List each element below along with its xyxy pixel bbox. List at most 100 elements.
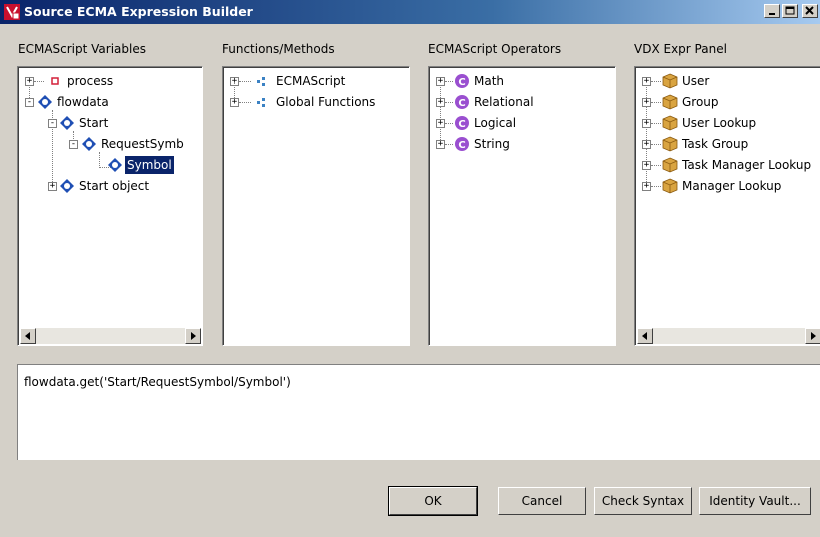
- tree-node-label: ECMAScript: [276, 74, 346, 88]
- tree-node-flowdata[interactable]: - flowdata: [23, 93, 193, 111]
- tree-node-process[interactable]: + process: [23, 72, 193, 90]
- cube-icon: [662, 115, 678, 131]
- dots-icon: [257, 77, 265, 86]
- tree-node-label: flowdata: [57, 95, 109, 109]
- maximize-button[interactable]: [782, 4, 798, 18]
- scroll-right-button[interactable]: [185, 328, 201, 344]
- scroll-right-button[interactable]: [805, 328, 820, 344]
- expand-icon[interactable]: +: [48, 182, 57, 191]
- check-syntax-button[interactable]: Check Syntax: [594, 487, 692, 515]
- minimize-button[interactable]: [764, 4, 780, 18]
- tree-node-logical[interactable]: + C Logical: [434, 114, 604, 132]
- vdx-panel-label: VDX Expr Panel: [634, 42, 727, 56]
- tree-node-task-manager-lookup[interactable]: + Task Manager Lookup: [640, 156, 820, 174]
- tree-line: [651, 144, 661, 145]
- diamond-node-icon: [38, 95, 52, 109]
- expand-icon[interactable]: +: [642, 182, 651, 191]
- expand-icon[interactable]: +: [436, 119, 445, 128]
- collapse-icon[interactable]: -: [48, 119, 57, 128]
- arrow-right-icon: [811, 332, 816, 340]
- tree-node-start[interactable]: - Start: [23, 114, 193, 132]
- cube-icon: [662, 157, 678, 173]
- tree-node-requestsymb[interactable]: - RequestSymb: [23, 135, 202, 153]
- svg-text:C: C: [458, 77, 465, 88]
- expand-icon[interactable]: +: [436, 77, 445, 86]
- tree-node-group[interactable]: + Group: [640, 93, 820, 111]
- functions-panel-label: Functions/Methods: [222, 42, 335, 56]
- ok-button[interactable]: OK: [388, 486, 478, 516]
- cube-icon: [662, 178, 678, 194]
- class-c-icon: C: [455, 74, 469, 88]
- diamond-node-icon: [60, 179, 74, 193]
- expand-icon[interactable]: +: [436, 98, 445, 107]
- cube-icon: [662, 73, 678, 89]
- expression-textarea[interactable]: flowdata.get('Start/RequestSymbol/Symbol…: [17, 364, 820, 460]
- expand-icon[interactable]: +: [230, 98, 239, 107]
- functions-tree[interactable]: + ECMAScript + Global Functions: [222, 66, 410, 346]
- variables-panel-label: ECMAScript Variables: [18, 42, 146, 56]
- arrow-right-icon: [191, 332, 196, 340]
- cube-icon: [662, 136, 678, 152]
- class-c-icon: C: [455, 116, 469, 130]
- arrow-left-icon: [642, 332, 647, 340]
- tree-line: [239, 81, 251, 82]
- diamond-node-icon: [82, 137, 96, 151]
- tree-node-label: process: [67, 74, 114, 88]
- tree-node-label: Task Manager Lookup: [682, 158, 812, 172]
- expand-icon[interactable]: +: [642, 140, 651, 149]
- identity-vault-button[interactable]: Identity Vault...: [699, 487, 811, 515]
- tree-node-label-selected: Symbol: [124, 155, 175, 175]
- tree-node-user[interactable]: + User: [640, 72, 820, 90]
- tree-node-start-object[interactable]: + Start object: [23, 177, 193, 195]
- expand-icon[interactable]: +: [25, 77, 34, 86]
- tree-line: [651, 186, 661, 187]
- tree-line: [239, 102, 251, 103]
- red-square-icon: [51, 77, 59, 85]
- tree-node-global-functions[interactable]: + Global Functions: [228, 93, 398, 111]
- vdx-tree[interactable]: + User + Group + User Lookup + Task Grou…: [634, 66, 820, 346]
- arrow-left-icon: [25, 332, 30, 340]
- tree-line: [651, 102, 661, 103]
- expand-icon[interactable]: +: [642, 161, 651, 170]
- collapse-icon[interactable]: -: [25, 98, 34, 107]
- tree-node-label: Manager Lookup: [682, 179, 782, 193]
- scroll-left-button[interactable]: [20, 328, 36, 344]
- tree-node-task-group[interactable]: + Task Group: [640, 135, 820, 153]
- tree-node-math[interactable]: + C Math: [434, 72, 604, 90]
- cancel-button[interactable]: Cancel: [498, 487, 586, 515]
- tree-node-user-lookup[interactable]: + User Lookup: [640, 114, 820, 132]
- tree-node-relational[interactable]: + C Relational: [434, 93, 604, 111]
- tree-line: [34, 81, 44, 82]
- svg-text:C: C: [458, 119, 465, 130]
- scroll-left-button[interactable]: [637, 328, 653, 344]
- novell-app-icon: [4, 4, 20, 20]
- tree-node-label: Task Group: [682, 137, 749, 151]
- tree-node-ecmascript[interactable]: + ECMAScript: [228, 72, 398, 90]
- dots-icon: [257, 98, 265, 107]
- operators-tree[interactable]: + C Math + C Relational + C Logical + C …: [428, 66, 616, 346]
- variables-tree[interactable]: + process - flowdata - Start - RequestSy…: [17, 66, 203, 346]
- expand-icon[interactable]: +: [642, 77, 651, 86]
- expand-icon[interactable]: +: [642, 119, 651, 128]
- operators-panel-label: ECMAScript Operators: [428, 42, 562, 56]
- title-bar[interactable]: Source ECMA Expression Builder: [0, 0, 820, 24]
- class-c-icon: C: [455, 95, 469, 109]
- tree-node-string[interactable]: + C String: [434, 135, 604, 153]
- tree-node-label: Group: [682, 95, 719, 109]
- close-button[interactable]: [802, 4, 818, 18]
- diamond-node-icon: [108, 158, 122, 172]
- maximize-icon: [785, 6, 795, 15]
- tree-node-manager-lookup[interactable]: + Manager Lookup: [640, 177, 820, 195]
- horizontal-scrollbar[interactable]: [637, 328, 820, 344]
- tree-node-symbol[interactable]: Symbol: [23, 155, 193, 175]
- tree-line: [445, 144, 453, 145]
- horizontal-scrollbar[interactable]: [20, 328, 201, 344]
- expand-icon[interactable]: +: [436, 140, 445, 149]
- tree-node-label: User: [682, 74, 710, 88]
- tree-node-label: Logical: [474, 116, 517, 130]
- svg-text:C: C: [458, 140, 465, 151]
- tree-node-label: Start: [79, 116, 109, 130]
- tree-line: [651, 165, 661, 166]
- expand-icon[interactable]: +: [642, 98, 651, 107]
- collapse-icon[interactable]: -: [69, 140, 78, 149]
